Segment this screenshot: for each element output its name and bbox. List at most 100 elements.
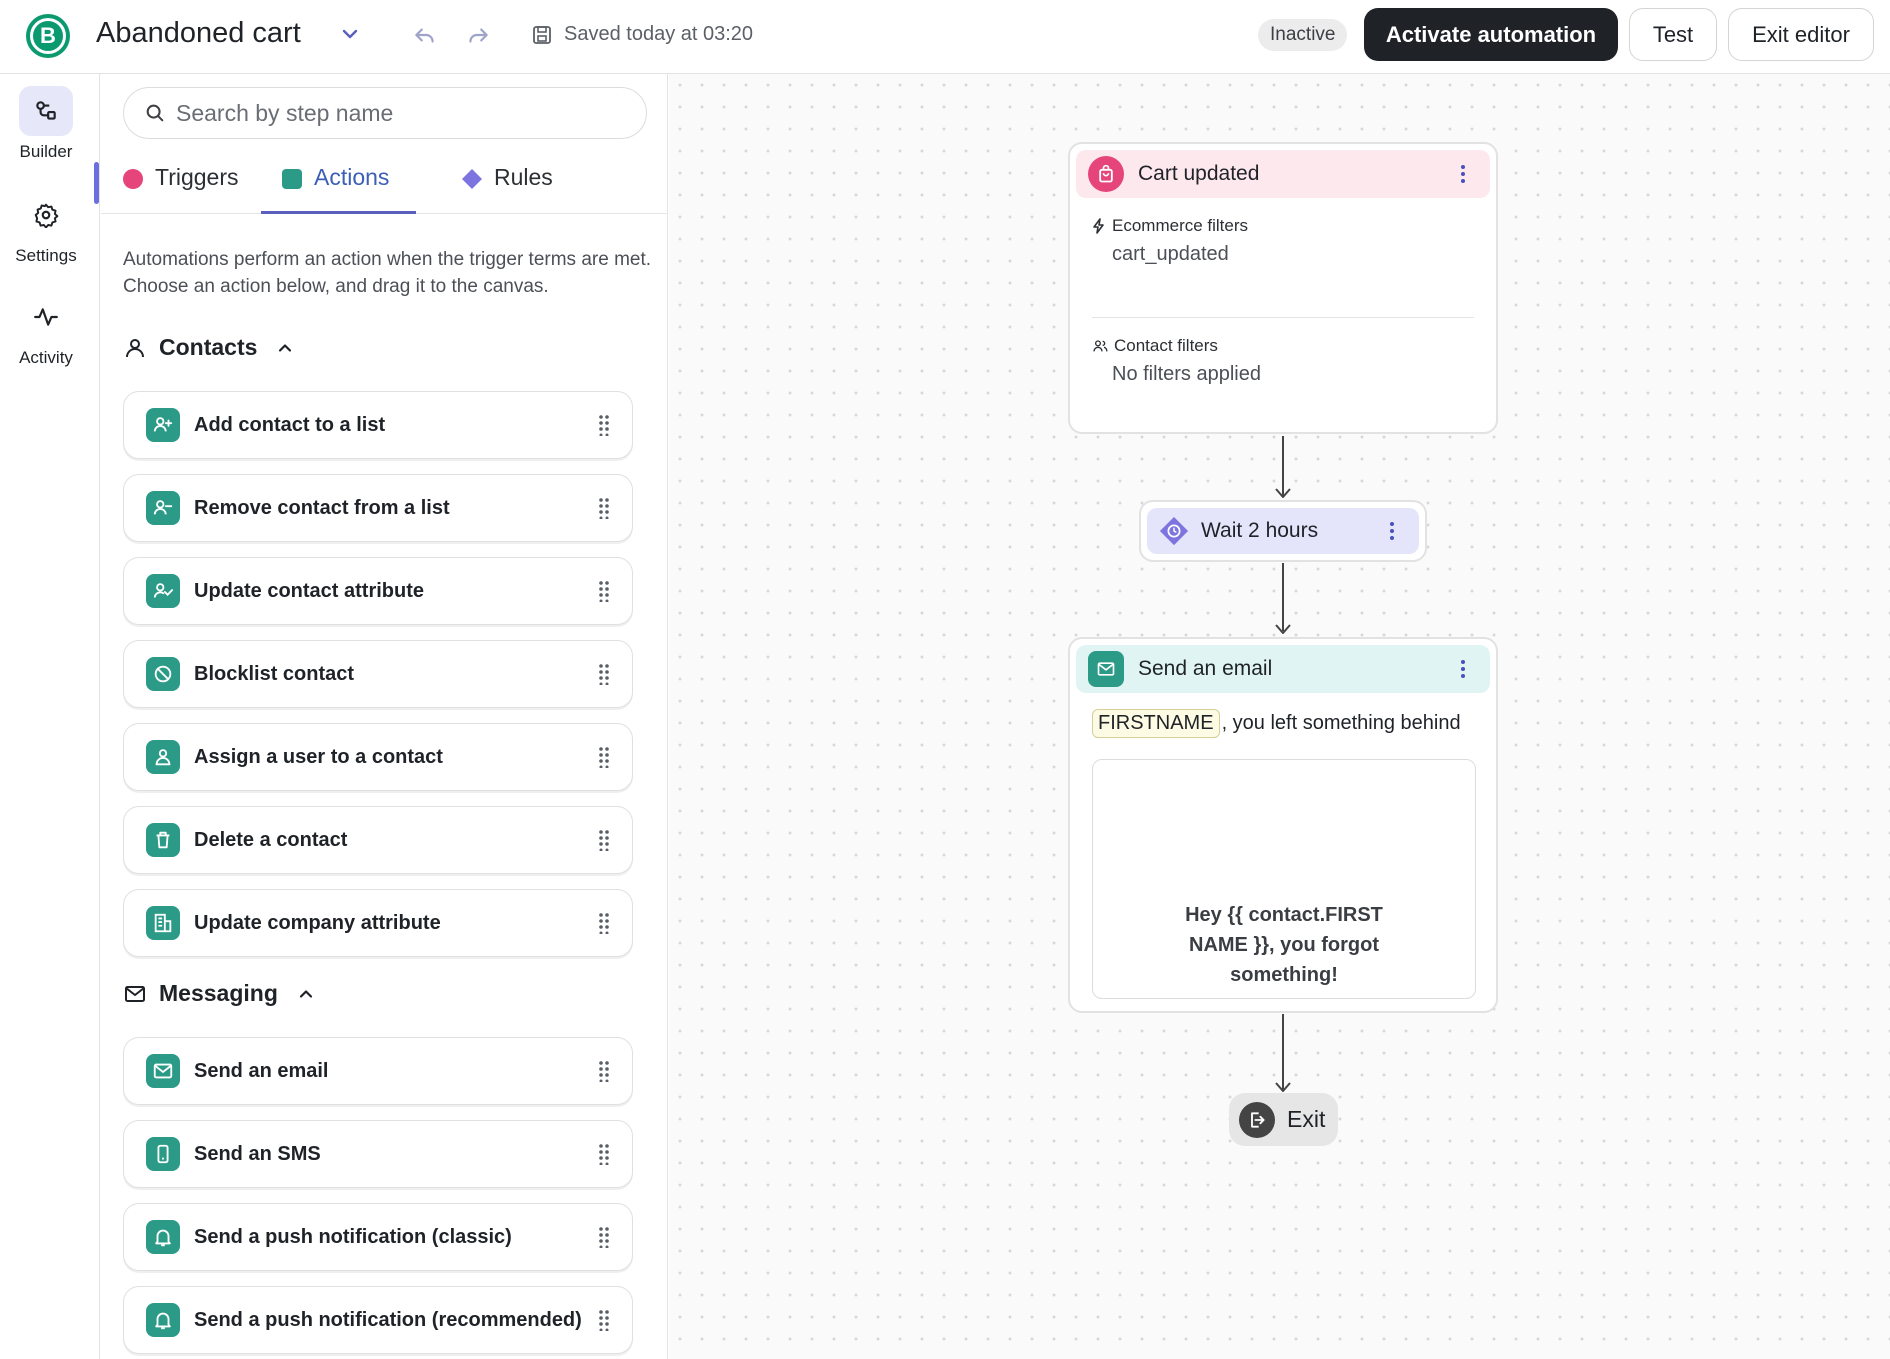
tab-rules[interactable]: Rules bbox=[462, 164, 553, 214]
action-update-company-attribute[interactable]: Update company attribute bbox=[123, 889, 633, 957]
contacts-section-header[interactable]: Contacts bbox=[123, 334, 295, 361]
contacts-section-title: Contacts bbox=[159, 334, 258, 360]
exit-node[interactable]: Exit bbox=[1229, 1093, 1338, 1146]
search-box[interactable] bbox=[123, 87, 647, 139]
tab-triggers[interactable]: Triggers bbox=[123, 164, 239, 214]
drag-handle-icon[interactable] bbox=[596, 1060, 612, 1082]
drag-handle-icon[interactable] bbox=[596, 497, 612, 519]
lightning-icon bbox=[1093, 218, 1104, 234]
email-icon bbox=[146, 1054, 180, 1088]
brevo-logo[interactable]: B bbox=[26, 14, 70, 58]
top-bar: B Abandoned cart Saved today at 03:20 In… bbox=[0, 0, 1890, 74]
saved-status: Saved today at 03:20 bbox=[564, 23, 754, 45]
email-preview[interactable]: Hey {{ contact.FIRSTNAME }}, you forgot … bbox=[1092, 759, 1476, 999]
drag-handle-icon[interactable] bbox=[596, 414, 612, 436]
actions-square-icon bbox=[282, 169, 302, 189]
gear-icon bbox=[19, 190, 73, 240]
action-send-email[interactable]: Send an email bbox=[123, 1037, 633, 1105]
drag-handle-icon[interactable] bbox=[596, 746, 612, 768]
test-button[interactable]: Test bbox=[1629, 8, 1717, 61]
panel-intro: Automations perform an action when the t… bbox=[123, 249, 652, 297]
email-subject-text: , you left something behind bbox=[1221, 712, 1461, 734]
left-rail: Builder Settings Activity bbox=[0, 74, 100, 1359]
trash-icon bbox=[146, 823, 180, 857]
drag-handle-icon[interactable] bbox=[596, 1309, 612, 1331]
action-label: Send an email bbox=[194, 1059, 329, 1082]
tab-triggers-label: Triggers bbox=[155, 164, 239, 190]
trigger-node-cart-updated[interactable]: Cart updated Ecommerce filters cart_upda… bbox=[1068, 142, 1498, 434]
firstname-tag: FIRSTNAME bbox=[1092, 709, 1220, 738]
action-assign-user-to-contact[interactable]: Assign a user to a contact bbox=[123, 723, 633, 791]
action-send-sms[interactable]: Send an SMS bbox=[123, 1120, 633, 1188]
chevron-up-icon bbox=[299, 989, 312, 998]
rail-item-activity[interactable]: Activity bbox=[0, 292, 92, 368]
action-label: Send a push notification (classic) bbox=[194, 1225, 512, 1248]
connector-line bbox=[1282, 1014, 1284, 1090]
redo-icon[interactable] bbox=[465, 22, 491, 48]
chevron-down-icon[interactable] bbox=[338, 22, 362, 46]
trigger-node-header[interactable]: Cart updated bbox=[1076, 150, 1490, 198]
drag-handle-icon[interactable] bbox=[596, 1143, 612, 1165]
messaging-section-header[interactable]: Messaging bbox=[123, 980, 316, 1007]
email-preview-text: Hey {{ contact.FIRSTNAME }}, you forgot … bbox=[1185, 904, 1383, 986]
save-icon bbox=[533, 26, 551, 44]
arrow-down-icon bbox=[1275, 488, 1291, 498]
search-icon bbox=[146, 104, 164, 122]
triggers-dot-icon bbox=[123, 169, 143, 189]
drag-handle-icon[interactable] bbox=[596, 912, 612, 934]
tab-actions[interactable]: Actions bbox=[261, 164, 416, 214]
rail-item-settings[interactable]: Settings bbox=[0, 190, 92, 266]
connector-line bbox=[1282, 563, 1284, 631]
tab-actions-label: Actions bbox=[314, 164, 390, 190]
more-options-icon[interactable] bbox=[1452, 162, 1474, 186]
drag-handle-icon[interactable] bbox=[596, 829, 612, 851]
ecommerce-filter-value: cart_updated bbox=[1112, 243, 1229, 265]
action-delete-contact[interactable]: Delete a contact bbox=[123, 806, 633, 874]
action-send-push-classic[interactable]: Send a push notification (classic) bbox=[123, 1203, 633, 1271]
drag-handle-icon[interactable] bbox=[596, 1226, 612, 1248]
add-person-icon bbox=[146, 408, 180, 442]
shopping-bag-icon bbox=[1088, 156, 1124, 192]
exit-icon bbox=[1239, 1101, 1275, 1138]
people-icon bbox=[1093, 340, 1108, 352]
action-label: Send an SMS bbox=[194, 1142, 321, 1165]
action-label: Update contact attribute bbox=[194, 579, 425, 602]
trigger-node-title: Cart updated bbox=[1138, 162, 1260, 185]
exit-editor-button[interactable]: Exit editor bbox=[1728, 8, 1874, 61]
block-icon bbox=[146, 657, 180, 691]
rail-label-settings: Settings bbox=[15, 246, 77, 265]
tab-bar: Triggers Actions Rules bbox=[101, 152, 667, 214]
email-node-header[interactable]: Send an email bbox=[1076, 645, 1490, 693]
node-divider bbox=[1092, 317, 1474, 318]
action-label: Remove contact from a list bbox=[194, 496, 450, 519]
drag-handle-icon[interactable] bbox=[596, 580, 612, 602]
bell-icon bbox=[146, 1303, 180, 1337]
wait-node-title: Wait 2 hours bbox=[1201, 519, 1319, 542]
action-remove-contact-from-list[interactable]: Remove contact from a list bbox=[123, 474, 633, 542]
bell-icon bbox=[146, 1220, 180, 1254]
drag-handle-icon[interactable] bbox=[596, 663, 612, 685]
actions-panel: Triggers Actions Rules Automations perfo… bbox=[101, 74, 668, 1359]
action-send-push-recommended[interactable]: Send a push notification (recommended) bbox=[123, 1286, 633, 1354]
undo-icon[interactable] bbox=[412, 22, 438, 48]
email-node[interactable]: Send an email FIRSTNAME , you left somet… bbox=[1068, 637, 1498, 1013]
wait-node-header[interactable]: Wait 2 hours bbox=[1147, 508, 1419, 554]
activity-icon bbox=[19, 292, 73, 342]
tab-rules-label: Rules bbox=[494, 164, 553, 190]
builder-icon bbox=[19, 86, 73, 136]
building-icon bbox=[146, 906, 180, 940]
rail-item-builder[interactable]: Builder bbox=[0, 86, 92, 162]
action-update-contact-attribute[interactable]: Update contact attribute bbox=[123, 557, 633, 625]
active-indicator bbox=[94, 162, 99, 204]
wait-node[interactable]: Wait 2 hours bbox=[1139, 500, 1427, 562]
more-options-icon[interactable] bbox=[1381, 519, 1403, 543]
logo-letter: B bbox=[30, 18, 66, 54]
edit-person-icon bbox=[146, 574, 180, 608]
search-input[interactable] bbox=[176, 99, 616, 127]
action-add-contact-to-list[interactable]: Add contact to a list bbox=[123, 391, 633, 459]
more-options-icon[interactable] bbox=[1452, 657, 1474, 681]
automation-title[interactable]: Abandoned cart bbox=[96, 17, 301, 50]
action-blocklist-contact[interactable]: Blocklist contact bbox=[123, 640, 633, 708]
activate-automation-button[interactable]: Activate automation bbox=[1364, 8, 1618, 61]
user-icon bbox=[146, 740, 180, 774]
